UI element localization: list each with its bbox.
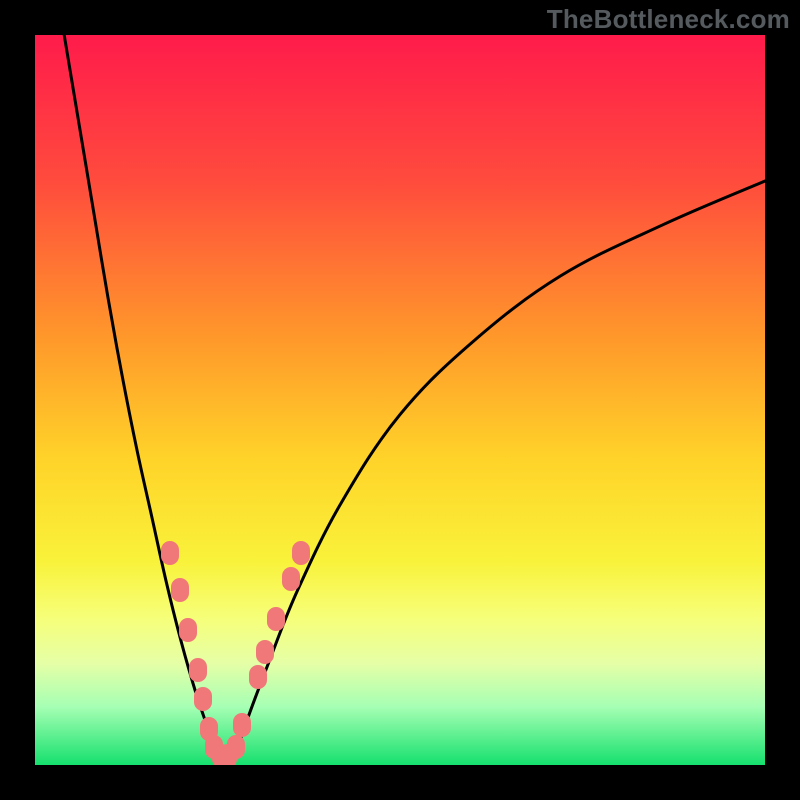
marker-point — [179, 618, 197, 642]
chart-markers — [35, 35, 765, 765]
marker-point — [227, 735, 245, 759]
marker-point — [189, 658, 207, 682]
marker-point — [161, 541, 179, 565]
marker-point — [267, 607, 285, 631]
marker-point — [194, 687, 212, 711]
watermark: TheBottleneck.com — [547, 4, 790, 35]
marker-point — [292, 541, 310, 565]
marker-point — [233, 713, 251, 737]
marker-point — [256, 640, 274, 664]
marker-point — [171, 578, 189, 602]
marker-point — [249, 665, 267, 689]
plot-area — [35, 35, 765, 765]
marker-point — [282, 567, 300, 591]
chart-stage: TheBottleneck.com — [0, 0, 800, 800]
